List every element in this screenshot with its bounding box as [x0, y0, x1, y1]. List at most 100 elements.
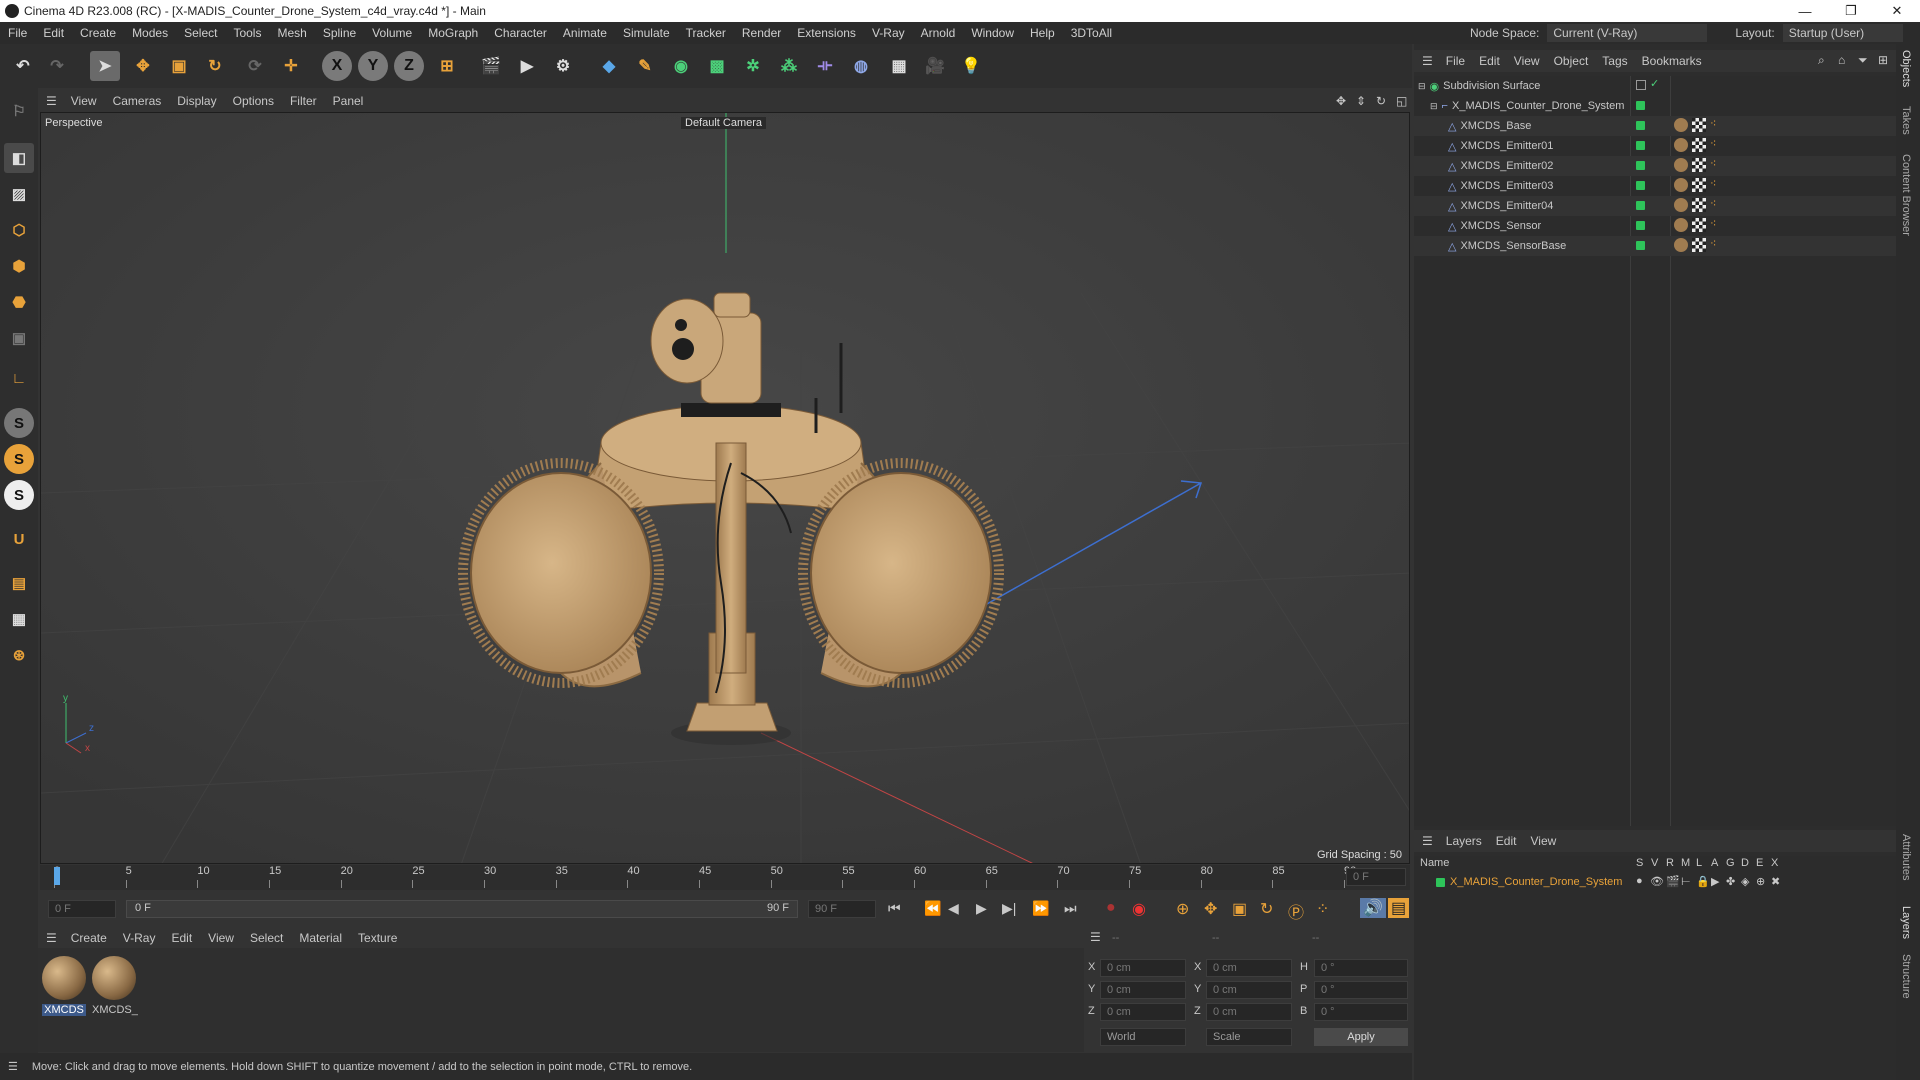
edge-mode-icon[interactable]: ⬢ [4, 251, 34, 281]
menu-simulate[interactable]: Simulate [615, 26, 678, 40]
layer-color-swatch[interactable] [1436, 878, 1445, 887]
material-menu-view[interactable]: View [200, 931, 242, 945]
z-axis-lock-icon[interactable]: Z [394, 51, 424, 81]
size-x-field[interactable]: 0 cm [1206, 959, 1292, 977]
key-move-icon[interactable]: ✥ [1204, 899, 1217, 919]
layer-name[interactable]: X_MADIS_Counter_Drone_System [1450, 876, 1622, 888]
undo-icon[interactable]: ↶ [8, 51, 38, 81]
menu-create[interactable]: Create [72, 26, 124, 40]
enabled-check-icon[interactable]: ✓ [1650, 77, 1659, 90]
objects-menu-file[interactable]: File [1439, 54, 1472, 68]
phong-tag-icon[interactable]: ⁖ [1710, 157, 1716, 170]
position-z-field[interactable]: 0 cm [1100, 1003, 1186, 1021]
key-rotate-icon[interactable]: ↻ [1260, 899, 1273, 919]
material-menu-select[interactable]: Select [242, 931, 291, 945]
material-tag-icon[interactable] [1674, 138, 1688, 152]
snap-s-icon-3[interactable]: S [4, 480, 34, 510]
close-button[interactable]: ✕ [1874, 0, 1920, 22]
rotation-p-field[interactable]: 0 ° [1314, 981, 1408, 999]
menu-3dtoall[interactable]: 3DToAll [1063, 26, 1120, 40]
record-icon[interactable]: ◉ [1132, 899, 1146, 919]
key-pla-icon[interactable]: ⁘ [1316, 899, 1329, 919]
key-scale-icon[interactable]: ▣ [1232, 899, 1247, 919]
object-name[interactable]: X_MADIS_Counter_Drone_System [1452, 100, 1624, 112]
object-name[interactable]: XMCDS_Emitter04 [1460, 200, 1553, 212]
viewport-menu-view[interactable]: View [63, 94, 105, 108]
point-mode-icon[interactable]: ⬡ [4, 215, 34, 245]
tab-structure[interactable]: Structure [1900, 954, 1912, 999]
layer-visible-icon[interactable]: 👁 [1650, 875, 1664, 888]
layers-menu-edit[interactable]: Edit [1489, 834, 1524, 848]
edit-toggle-icon[interactable] [1636, 80, 1646, 90]
layer-row[interactable]: X_MADIS_Counter_Drone_System ● 👁 🎬 ⊢ 🔒 ▶… [1414, 874, 1896, 892]
menu-modes[interactable]: Modes [124, 26, 176, 40]
menu-tools[interactable]: Tools [225, 26, 269, 40]
visibility-dot[interactable] [1636, 201, 1645, 210]
material-tag-icon[interactable] [1674, 218, 1688, 232]
menu-tracker[interactable]: Tracker [678, 26, 734, 40]
viewport-menu-display[interactable]: Display [169, 94, 224, 108]
play-icon[interactable]: ▶ [976, 900, 987, 917]
timeline-mode-icon[interactable]: 🔊 [1360, 898, 1386, 918]
timeline-ruler[interactable]: 051015202530354045505560657075808590 0 F [40, 865, 1410, 890]
key-position-icon[interactable]: ⊕ [1176, 899, 1189, 919]
layers-menu-view[interactable]: View [1523, 834, 1563, 848]
transform-icon[interactable]: ⟳ [240, 51, 270, 81]
maximize-button[interactable]: ❐ [1828, 0, 1874, 22]
next-frame-icon[interactable]: ▶| [1002, 900, 1016, 917]
position-x-field[interactable]: 0 cm [1100, 959, 1186, 977]
menu-animate[interactable]: Animate [555, 26, 615, 40]
object-row-emitter01[interactable]: △ XMCDS_Emitter01 ⁖ [1414, 136, 1896, 156]
playhead[interactable] [54, 867, 60, 885]
node-space-select[interactable]: Current (V-Ray) [1547, 24, 1708, 42]
workplane-icon[interactable]: ∟ [4, 363, 34, 393]
start-frame-field[interactable]: 0 F [48, 900, 116, 918]
objects-menu-bookmarks[interactable]: Bookmarks [1635, 54, 1709, 68]
viewport-menu-panel[interactable]: Panel [325, 94, 372, 108]
phong-tag-icon[interactable]: ⁖ [1710, 237, 1716, 250]
last-tool-icon[interactable]: ✛ [276, 51, 306, 81]
array-icon[interactable]: ⁂ [774, 51, 804, 81]
phong-tag-icon[interactable]: ⁖ [1710, 197, 1716, 210]
paint-icon[interactable]: ⊛ [4, 640, 34, 670]
tab-objects[interactable]: Objects [1900, 50, 1912, 87]
viewport-perspective[interactable]: Perspective Default Camera Grid Spacing … [40, 112, 1410, 864]
objects-menu-edit[interactable]: Edit [1472, 54, 1507, 68]
layer-generators-icon[interactable]: ✤ [1726, 875, 1735, 888]
material-tag-icon[interactable] [1674, 178, 1688, 192]
model-mode-icon[interactable]: ◧ [4, 143, 34, 173]
frame-range-slider[interactable]: 0 F 90 F [126, 900, 798, 918]
minimize-button[interactable]: — [1782, 0, 1828, 22]
object-name[interactable]: Subdivision Surface [1443, 80, 1540, 92]
material-label-1[interactable]: XMCDS [42, 1004, 86, 1016]
polygon-mode-icon[interactable]: ⬣ [4, 287, 34, 317]
material-swatch-2[interactable] [92, 956, 136, 1000]
uvw-tag-icon[interactable] [1692, 238, 1706, 252]
viewport-zoom-icon[interactable]: ⇕ [1356, 94, 1366, 108]
rotation-h-field[interactable]: 0 ° [1314, 959, 1408, 977]
uvw-tag-icon[interactable] [1692, 138, 1706, 152]
snap-s-icon-1[interactable]: S [4, 408, 34, 438]
phong-tag-icon[interactable]: ⁖ [1710, 137, 1716, 150]
object-row-emitter04[interactable]: △ XMCDS_Emitter04 ⁖ [1414, 196, 1896, 216]
material-tag-icon[interactable] [1674, 198, 1688, 212]
objects-home-icon[interactable]: ⌂ [1838, 53, 1845, 67]
layer-deformers-icon[interactable]: ◈ [1741, 875, 1749, 888]
material-menu-texture[interactable]: Texture [350, 931, 405, 945]
layer-xref-icon[interactable]: ✖ [1771, 875, 1780, 888]
light-icon[interactable]: 💡 [956, 51, 986, 81]
camera-icon[interactable]: 🎥 [920, 51, 950, 81]
object-name[interactable]: XMCDS_SensorBase [1460, 240, 1566, 252]
objects-new-window-icon[interactable]: ⊞ [1878, 53, 1888, 67]
subdivision-icon[interactable]: ◉ [666, 51, 696, 81]
rotation-b-field[interactable]: 0 ° [1314, 1003, 1408, 1021]
material-menu-create[interactable]: Create [63, 931, 115, 945]
go-to-start-icon[interactable]: ⏮ [888, 900, 901, 917]
objects-menu-object[interactable]: Object [1547, 54, 1596, 68]
pen-spline-icon[interactable]: ✎ [630, 51, 660, 81]
material-tag-icon[interactable] [1674, 118, 1688, 132]
coordinate-system-icon[interactable]: ⊞ [432, 51, 462, 81]
viewport-menu-options[interactable]: Options [225, 94, 282, 108]
menu-render[interactable]: Render [734, 26, 789, 40]
uvw-tag-icon[interactable] [1692, 118, 1706, 132]
